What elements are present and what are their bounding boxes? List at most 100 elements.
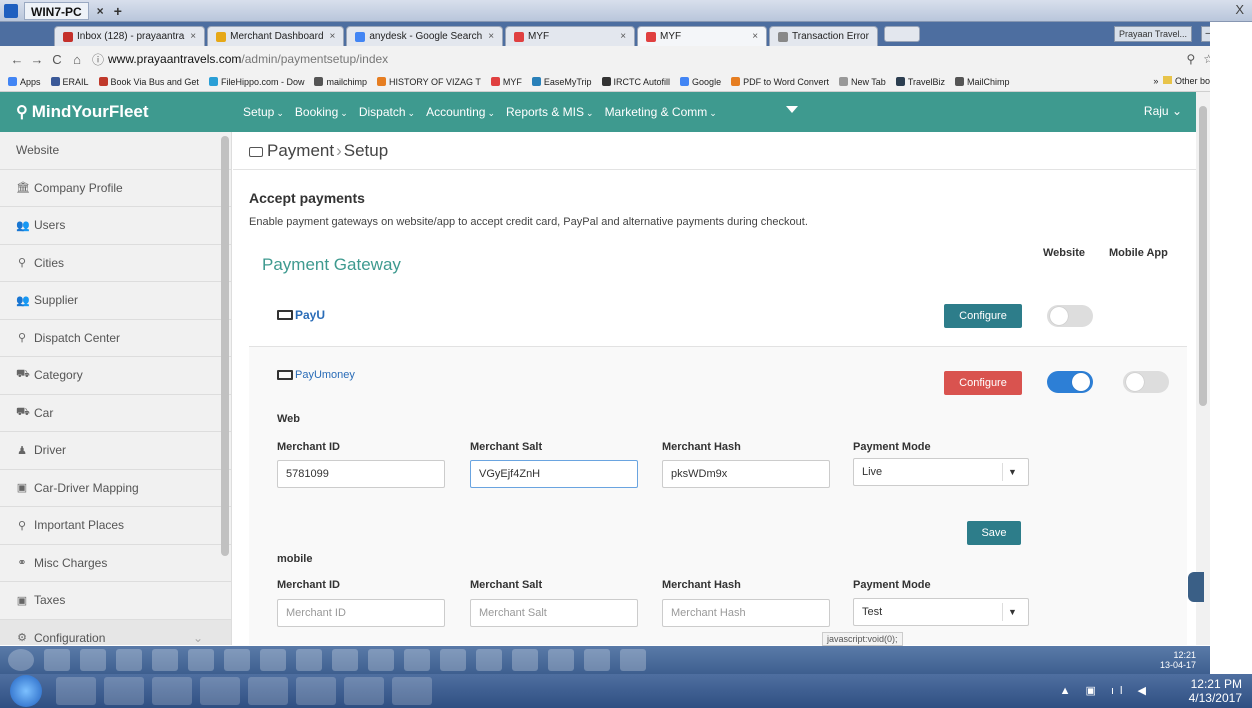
home-icon[interactable]: ⌂: [68, 52, 86, 67]
browser-tab-merchant-dashboard[interactable]: Merchant Dashboard ×: [207, 26, 345, 46]
sidebar-item-website[interactable]: Website: [0, 132, 231, 170]
bookmark-irctc[interactable]: IRCTC Autofill: [601, 77, 670, 87]
publisher-icon[interactable]: [224, 649, 250, 671]
web-merchant-salt-input[interactable]: VGyEjf4ZnH: [470, 460, 638, 488]
bookmark-travelbiz[interactable]: TravelBiz: [895, 77, 945, 87]
web-merchant-hash-input[interactable]: pksWDm9x: [662, 460, 830, 488]
sidebar-item-taxes[interactable]: ▣ Taxes: [0, 582, 231, 620]
menu-booking[interactable]: Booking ⌄: [295, 105, 348, 119]
reload-icon[interactable]: C: [48, 52, 66, 67]
chat-widget-tab[interactable]: [1188, 572, 1204, 602]
remote-start-icon[interactable]: [8, 649, 34, 671]
sidebar-item-company-profile[interactable]: 🏛 Company Profile: [0, 170, 231, 207]
tab-close-icon[interactable]: ×: [190, 31, 196, 42]
explorer-icon[interactable]: [80, 649, 106, 671]
bookmark-pdf[interactable]: PDF to Word Convert: [731, 77, 829, 87]
main-scrollbar[interactable]: [1196, 92, 1210, 645]
bookmark-filehippo[interactable]: FileHippo.com - Dow: [208, 77, 304, 87]
sidebar-item-car-driver-mapping[interactable]: ▣ Car-Driver Mapping: [0, 470, 231, 507]
browser-tab-myf-active[interactable]: MYF ×: [637, 26, 768, 46]
tray-icons[interactable]: ▲ ▣ ıl ◀: [1060, 684, 1152, 697]
profile-chip[interactable]: Prayaan Travel...: [1113, 26, 1192, 42]
web-payment-mode-select[interactable]: Live ▼: [853, 458, 1029, 486]
windows-start-icon[interactable]: [10, 675, 42, 707]
firefox-icon[interactable]: [296, 677, 336, 705]
word-icon[interactable]: [392, 677, 432, 705]
anydesk-icon[interactable]: [152, 677, 192, 705]
header-dropdown-icon[interactable]: [786, 106, 798, 113]
payu-website-toggle[interactable]: [1047, 305, 1093, 327]
app-icon[interactable]: [116, 649, 142, 671]
bookmark-mailchimp[interactable]: mailchimp: [314, 77, 367, 87]
bookmark-easemytrip[interactable]: EaseMyTrip: [531, 77, 592, 87]
app-logo[interactable]: ⚲ MindYourFleet: [0, 102, 232, 122]
forward-icon[interactable]: →: [28, 52, 46, 67]
remote-new-session-icon[interactable]: +: [114, 3, 122, 19]
menu-marketing[interactable]: Marketing & Comm ⌄: [605, 105, 717, 119]
folder-icon[interactable]: [248, 677, 288, 705]
remote-close-icon[interactable]: X: [1235, 2, 1244, 17]
chrome-icon[interactable]: [332, 649, 358, 671]
browser-tab-transaction-error[interactable]: Transaction Error: [769, 26, 878, 46]
ie-icon[interactable]: [56, 677, 96, 705]
tab-close-icon[interactable]: ×: [330, 31, 336, 42]
back-icon[interactable]: ←: [8, 52, 26, 67]
remote-tab-close-icon[interactable]: ×: [97, 4, 104, 18]
payu-configure-button[interactable]: Configure: [944, 304, 1022, 328]
mobile-merchant-hash-input[interactable]: Merchant Hash: [662, 599, 830, 627]
folder-icon[interactable]: [368, 649, 394, 671]
user-menu[interactable]: Raju ⌄: [1144, 104, 1182, 118]
web-save-button[interactable]: Save: [967, 521, 1021, 545]
menu-dispatch[interactable]: Dispatch ⌄: [359, 105, 415, 119]
teamviewer-icon[interactable]: [548, 649, 574, 671]
sidebar-item-driver[interactable]: ♟ Driver: [0, 432, 231, 470]
acrobat-icon[interactable]: [404, 649, 430, 671]
teamviewer-icon[interactable]: [344, 677, 384, 705]
ie-icon[interactable]: [44, 649, 70, 671]
breadcrumb-section[interactable]: Payment: [267, 141, 334, 161]
mobile-payment-mode-select[interactable]: Test ▼: [853, 598, 1029, 626]
paint-icon[interactable]: [296, 649, 322, 671]
skype-icon[interactable]: [512, 649, 538, 671]
bookmark-google[interactable]: Google: [680, 77, 721, 87]
menu-accounting[interactable]: Accounting ⌄: [426, 105, 495, 119]
firefox-icon[interactable]: [152, 649, 178, 671]
url-field[interactable]: ⓘ www.prayaantravels.com /admin/payments…: [92, 51, 388, 68]
browser-tab-myf[interactable]: MYF ×: [505, 26, 636, 46]
bookmark-new-tab[interactable]: New Tab: [838, 77, 886, 87]
k7-icon[interactable]: [476, 649, 502, 671]
mobile-merchant-id-input[interactable]: Merchant ID: [277, 599, 445, 627]
sidebar-item-car[interactable]: ⛟ Car: [0, 395, 231, 432]
sidebar-item-important-places[interactable]: ⚲ Important Places: [0, 507, 231, 545]
browser-tab-inbox[interactable]: Inbox (128) - prayaantra ×: [54, 26, 206, 46]
bookmark-mailchimp-2[interactable]: MailChimp: [955, 77, 1010, 87]
scrollbar-thumb[interactable]: [1199, 106, 1207, 406]
more-bookmarks-icon[interactable]: »: [1153, 76, 1158, 86]
bookmark-bus[interactable]: Book Via Bus and Get: [98, 77, 199, 87]
sidebar-item-dispatch-center[interactable]: ⚲ Dispatch Center: [0, 320, 231, 357]
browser-tab-google-search[interactable]: anydesk - Google Search ×: [346, 26, 504, 46]
sidebar-item-supplier[interactable]: 👥 Supplier: [0, 282, 231, 320]
sidebar-scrollbar[interactable]: [221, 136, 229, 556]
menu-reports[interactable]: Reports & MIS ⌄: [506, 105, 594, 119]
explorer-icon[interactable]: [104, 677, 144, 705]
bookmark-history-vizag[interactable]: HISTORY OF VIZAG T: [376, 77, 481, 87]
sidebar-item-category[interactable]: ⛟ Category: [0, 357, 231, 395]
bookmark-myf[interactable]: MYF: [490, 77, 522, 87]
tab-close-icon[interactable]: ×: [620, 31, 626, 42]
bookmark-apps[interactable]: Apps: [8, 77, 41, 87]
tab-close-icon[interactable]: ×: [488, 31, 494, 42]
payumoney-configure-button[interactable]: Configure: [944, 371, 1022, 395]
new-tab-button[interactable]: [883, 26, 920, 42]
tray-clock[interactable]: 12:21 PM 4/13/2017: [1189, 677, 1242, 705]
payumoney-website-toggle[interactable]: [1047, 371, 1093, 393]
sidebar-item-cities[interactable]: ⚲ Cities: [0, 245, 231, 282]
payumoney-mobile-toggle[interactable]: [1123, 371, 1169, 393]
powerpoint-icon[interactable]: [260, 649, 286, 671]
photos-icon[interactable]: [620, 649, 646, 671]
sidebar-item-users[interactable]: 👥 Users: [0, 207, 231, 245]
menu-setup[interactable]: Setup ⌄: [243, 105, 284, 119]
sidebar-item-configuration[interactable]: ⚙ Configuration ⌄: [0, 619, 231, 645]
excel-icon[interactable]: [188, 649, 214, 671]
web-merchant-id-input[interactable]: 5781099: [277, 460, 445, 488]
